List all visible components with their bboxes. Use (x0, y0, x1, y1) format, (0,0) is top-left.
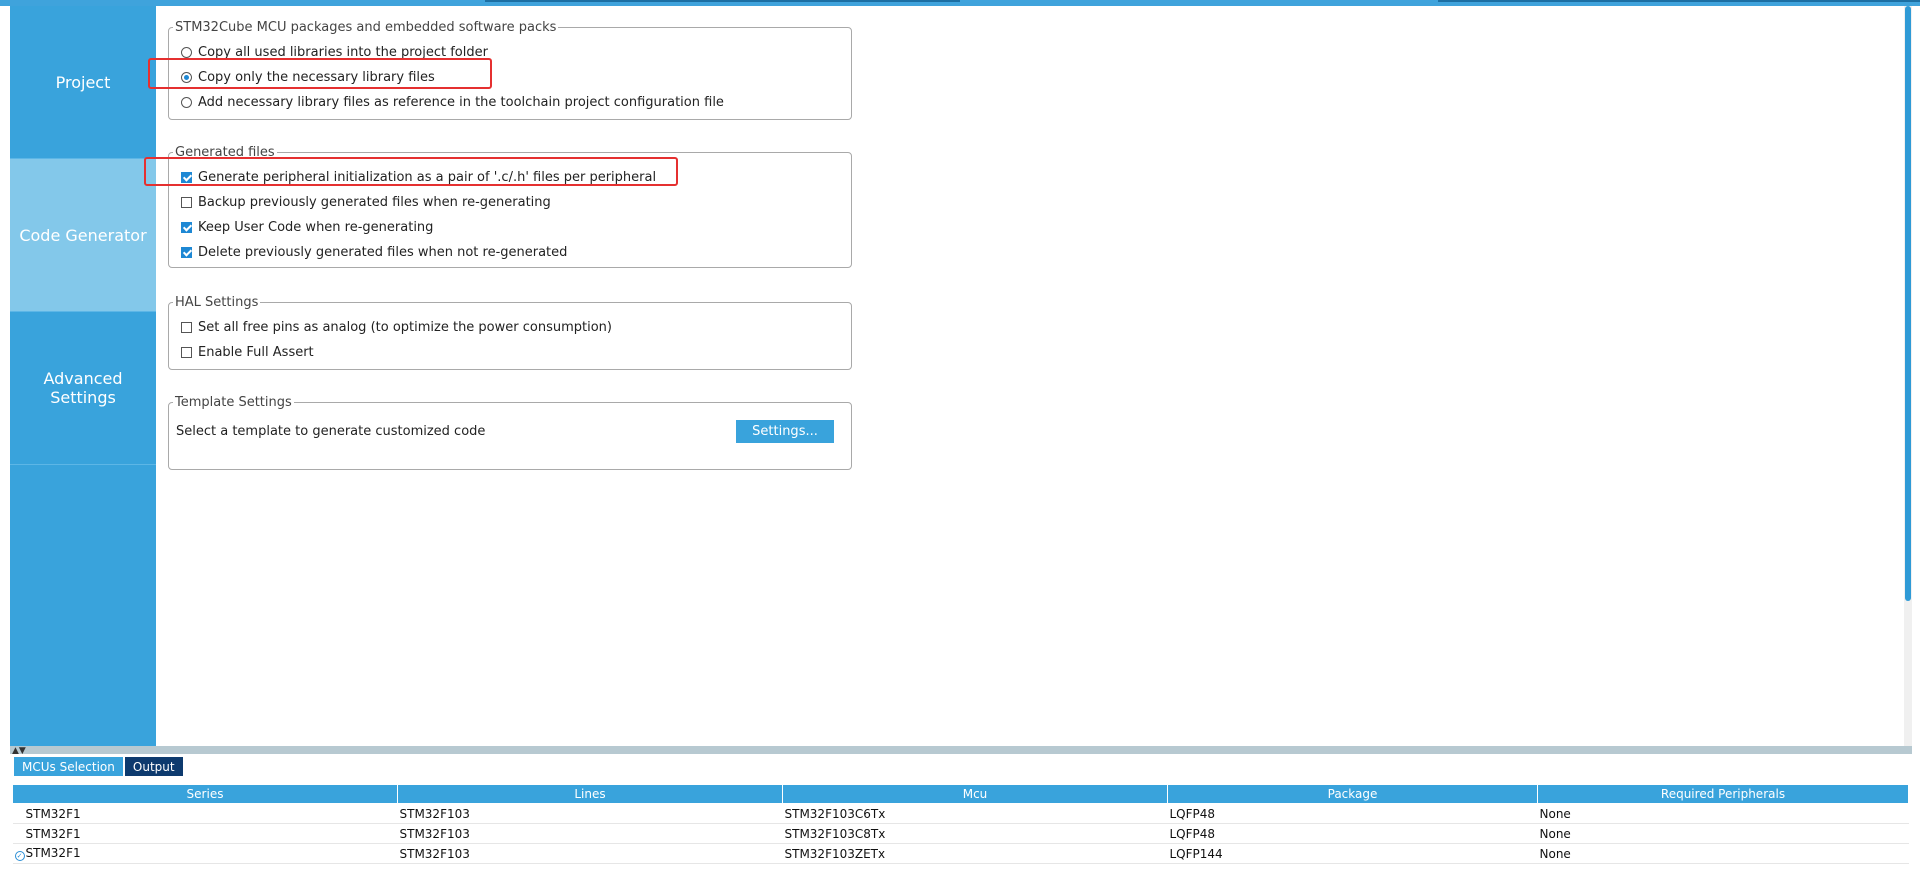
checkbox[interactable] (181, 196, 192, 208)
generated-files-group: Generated files Generate peripheral init… (168, 145, 852, 268)
option-label: Generate peripheral initialization as a … (198, 169, 657, 185)
radio-button[interactable] (181, 96, 192, 108)
cell-peripherals: None (1537, 843, 1909, 864)
mcu-table: Series Lines Mcu Package Required Periph… (12, 784, 1909, 864)
option-label: Enable Full Assert (198, 344, 314, 360)
cell-peripherals: None (1537, 823, 1909, 844)
checkbox[interactable] (181, 221, 192, 233)
checkbox-backup-generated-files[interactable]: Backup previously generated files when r… (181, 193, 551, 211)
sidebar-item-project[interactable]: Project (10, 6, 156, 159)
group-title: STM32Cube MCU packages and embedded soft… (175, 20, 557, 35)
table-header-row: Series Lines Mcu Package Required Periph… (12, 784, 1909, 804)
option-label: Delete previously generated files when n… (198, 244, 568, 260)
cell-series: STM32F1 (25, 846, 81, 860)
checkbox[interactable] (181, 346, 192, 358)
column-header-lines[interactable]: Lines (397, 784, 783, 804)
cell-series: STM32F1 (12, 823, 398, 844)
cell-series-with-icon: ✓ STM32F1 (12, 843, 398, 864)
cell-package: LQFP48 (1167, 803, 1538, 824)
tab-output[interactable]: Output (124, 757, 183, 776)
checkbox-keep-user-code[interactable]: Keep User Code when re-generating (181, 218, 433, 236)
panel-splitter[interactable] (10, 746, 1912, 754)
checkbox-free-pins-analog[interactable]: Set all free pins as analog (to optimize… (181, 318, 612, 336)
top-tab-indicator (1438, 0, 1920, 2)
radio-button[interactable] (181, 46, 192, 58)
template-settings-button[interactable]: Settings... (736, 420, 834, 443)
checkbox-generate-peripheral-pair[interactable]: Generate peripheral initialization as a … (181, 168, 656, 186)
radio-copy-necessary-files[interactable]: Copy only the necessary library files (181, 68, 435, 86)
sidebar-item-label: Code Generator (19, 225, 147, 245)
sidebar-item-advanced-settings[interactable]: Advanced Settings (10, 312, 156, 465)
checkbox[interactable] (181, 321, 192, 333)
cell-package: LQFP144 (1167, 843, 1538, 864)
table-row[interactable]: STM32F1 STM32F103 STM32F103C8Tx LQFP48 N… (12, 823, 1909, 844)
radio-copy-all-libraries[interactable]: Copy all used libraries into the project… (181, 43, 488, 61)
template-description-text: Select a template to generate customized… (176, 423, 486, 439)
checkbox-enable-full-assert[interactable]: Enable Full Assert (181, 343, 314, 361)
code-generator-panel: STM32Cube MCU packages and embedded soft… (156, 6, 1898, 746)
cell-mcu: STM32F103ZETx (782, 843, 1168, 864)
cell-peripherals: None (1537, 803, 1909, 824)
group-title: Template Settings (175, 395, 292, 410)
radio-button[interactable] (181, 71, 192, 83)
cell-mcu: STM32F103C6Tx (782, 803, 1168, 824)
packages-group: STM32Cube MCU packages and embedded soft… (168, 20, 852, 120)
option-label: Copy all used libraries into the project… (198, 44, 488, 60)
checkbox[interactable] (181, 246, 192, 258)
template-settings-group: Template Settings Select a template to g… (168, 395, 852, 470)
group-title: HAL Settings (175, 295, 259, 310)
sidebar-item-code-generator[interactable]: Code Generator (10, 159, 156, 312)
cell-series: STM32F1 (12, 803, 398, 824)
sidebar-item-label: Advanced Settings (43, 369, 123, 407)
hal-settings-group: HAL Settings Set all free pins as analog… (168, 295, 852, 370)
tab-mcus-selection[interactable]: MCUs Selection (14, 757, 123, 776)
bottom-tabs: MCUs Selection Output (14, 757, 185, 776)
cell-mcu: STM32F103C8Tx (782, 823, 1168, 844)
vertical-scrollbar[interactable] (1904, 6, 1912, 746)
group-title: Generated files (175, 145, 275, 160)
cell-lines: STM32F103 (397, 823, 783, 844)
option-label: Add necessary library files as reference… (198, 94, 724, 110)
top-tab-indicator (485, 0, 960, 2)
option-label: Set all free pins as analog (to optimize… (198, 319, 612, 335)
cell-lines: STM32F103 (397, 843, 783, 864)
template-description: Select a template to generate customized… (176, 422, 485, 440)
column-header-mcu[interactable]: Mcu (782, 784, 1168, 804)
cell-package: LQFP48 (1167, 823, 1538, 844)
bottom-panel: MCUs Selection Output Series Lines Mcu P… (10, 754, 1912, 892)
option-label: Backup previously generated files when r… (198, 194, 551, 210)
column-header-series[interactable]: Series (12, 784, 398, 804)
checkbox-delete-generated-files[interactable]: Delete previously generated files when n… (181, 243, 567, 261)
cell-lines: STM32F103 (397, 803, 783, 824)
scrollbar-thumb[interactable] (1905, 6, 1911, 601)
selected-check-icon: ✓ (14, 851, 25, 861)
table-row[interactable]: STM32F1 STM32F103 STM32F103C6Tx LQFP48 N… (12, 803, 1909, 824)
radio-add-as-reference[interactable]: Add necessary library files as reference… (181, 93, 724, 111)
column-header-required-peripherals[interactable]: Required Peripherals (1537, 784, 1909, 804)
column-header-package[interactable]: Package (1167, 784, 1538, 804)
sidebar-item-label: Project (55, 72, 111, 92)
option-label: Copy only the necessary library files (198, 69, 435, 85)
settings-sidebar: Project Code Generator Advanced Settings (10, 6, 156, 746)
table-row-selected[interactable]: ✓ STM32F1 STM32F103 STM32F103ZETx LQFP144… (12, 843, 1909, 864)
option-label: Keep User Code when re-generating (198, 219, 434, 235)
checkbox[interactable] (181, 171, 192, 183)
